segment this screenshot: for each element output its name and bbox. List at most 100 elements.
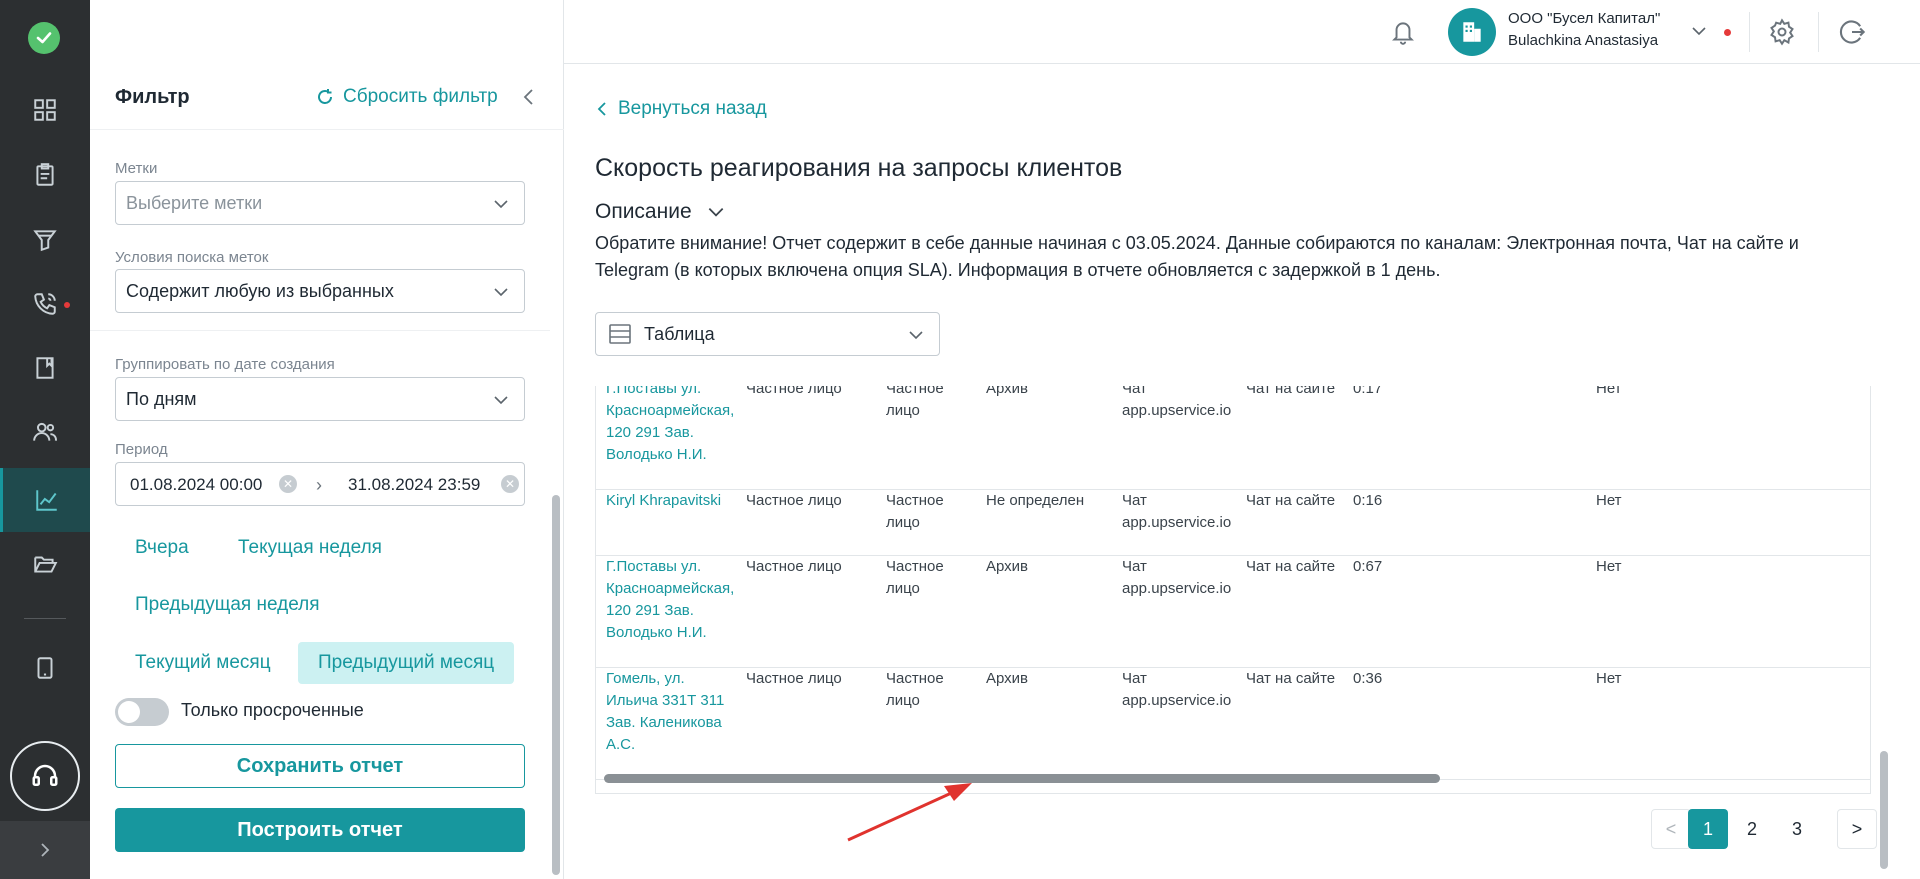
client-cell-line: 120 291 Зав. (606, 602, 694, 619)
overdue-cell-line: Нет (1596, 670, 1622, 687)
status-cell-line: Не определен (986, 492, 1085, 509)
source-cell-line: Чат на сайте (1246, 386, 1336, 397)
nav-requests[interactable] (0, 143, 90, 207)
nav-mobile[interactable] (0, 636, 90, 700)
contact-type-cell-line: лицо (886, 692, 920, 709)
org-avatar[interactable] (1448, 8, 1496, 56)
build-report-button[interactable]: Построить отчет (115, 808, 525, 852)
logout-button[interactable] (1838, 18, 1866, 51)
group-select[interactable]: По дням (115, 377, 525, 421)
users-icon (33, 422, 57, 441)
contact-type-cell-line: Частное (886, 558, 944, 575)
channel-cell-line: app.upservice.io (1122, 402, 1232, 419)
nav-files[interactable] (0, 532, 90, 596)
nav-knowledge-base[interactable] (0, 336, 90, 400)
status-cell: Не определен (986, 490, 1084, 512)
client-cell[interactable]: Г.Поставы ул. Красноармейская, 120 291 Зав… (606, 386, 734, 466)
status-cell: Архив (986, 668, 1028, 690)
page-prev-button[interactable]: < (1651, 809, 1691, 849)
client-cell-line: Ильича 331Т 311 (606, 692, 725, 709)
nav-reports[interactable] (0, 468, 90, 532)
header-divider (1818, 12, 1819, 52)
clipboard-icon (36, 163, 54, 186)
period-label: Период (115, 441, 168, 458)
client-type-cell: Частное лицо (746, 490, 842, 512)
status-cell-line: Архив (986, 386, 1029, 397)
source-cell-line: Чат на сайте (1246, 492, 1336, 509)
chevron-down-icon (909, 331, 923, 340)
nav-dashboard[interactable] (0, 78, 90, 142)
page-button-1[interactable]: 1 (1688, 809, 1728, 849)
status-cell: Архив (986, 556, 1028, 578)
account-menu-button[interactable] (1690, 22, 1708, 45)
tag-condition-select[interactable]: Содержит любую из выбранных (115, 269, 525, 313)
tags-placeholder: Выберите метки (126, 192, 263, 213)
overdue-cell-line: Нет (1596, 386, 1622, 397)
group-label: Группировать по дате создания (115, 356, 335, 373)
quick-yesterday[interactable]: Вчера (135, 537, 189, 559)
status-cell: Архив (986, 386, 1028, 400)
source-cell: Чат на сайте (1246, 556, 1335, 578)
reset-filter-button[interactable]: Сбросить фильтр (315, 86, 498, 108)
page-button-2[interactable]: 2 (1732, 809, 1772, 849)
chevron-down-icon (494, 396, 508, 405)
collapse-filter-button[interactable] (522, 88, 536, 111)
quick-previous-month[interactable]: Предыдущий месяц (298, 642, 515, 684)
tablet-icon (37, 657, 53, 679)
response-time-cell: 0:16 (1353, 490, 1382, 512)
contact-type-cell: Частное лицо (886, 386, 944, 422)
nav-calls[interactable] (0, 272, 90, 336)
tags-select[interactable]: Выберите метки (115, 181, 525, 225)
description-toggle[interactable]: Описание (595, 200, 726, 224)
headset-icon (32, 764, 58, 786)
quick-previous-week[interactable]: Предыдущая неделя (135, 594, 320, 616)
nav-users[interactable] (0, 400, 90, 464)
channel-cell: Чат app.upservice.io (1122, 556, 1231, 600)
filter-scrollbar[interactable] (552, 495, 560, 875)
quick-current-week[interactable]: Текущая неделя (238, 537, 382, 559)
client-type-cell-line: Частное лицо (746, 386, 842, 397)
client-cell[interactable]: Г.Поставы ул. Красноармейская, 120 291 Зав… (606, 556, 734, 644)
support-button[interactable] (10, 741, 80, 811)
settings-button[interactable] (1768, 18, 1796, 51)
user-name[interactable]: Bulachkina Anastasiya (1508, 32, 1658, 49)
overdue-only-toggle[interactable] (115, 698, 169, 726)
period-range-picker[interactable]: 01.08.2024 00:00 ✕ › 31.08.2024 23:59 ✕ (115, 462, 525, 506)
table-horizontal-scrollbar[interactable] (604, 774, 1440, 783)
account-alert-dot (1724, 29, 1731, 36)
nav-funnel[interactable] (0, 208, 90, 272)
period-to[interactable]: 31.08.2024 23:59 (348, 475, 480, 495)
chevron-left-icon (523, 89, 533, 105)
contact-type-cell-line: лицо (886, 580, 920, 597)
overdue-cell: Нет (1596, 386, 1622, 400)
chevron-down-icon (494, 288, 508, 297)
client-type-cell-line: Частное лицо (746, 558, 842, 575)
client-cell-line: Володько Н.И. (606, 624, 707, 641)
client-cell[interactable]: Гомель, ул. Ильича 331Т 311 Зав. Калеников… (606, 668, 724, 756)
chevron-down-icon (494, 200, 508, 209)
contact-type-cell: Частное лицо (886, 490, 944, 534)
contact-type-cell-line: лицо (886, 514, 920, 531)
clear-from-icon[interactable]: ✕ (279, 475, 297, 493)
view-mode-select[interactable]: Таблица (595, 312, 940, 356)
app-logo-check-icon[interactable] (28, 22, 60, 54)
save-report-button[interactable]: Сохранить отчет (115, 744, 525, 788)
page-next-button[interactable]: > (1837, 809, 1877, 849)
expand-rail-button[interactable] (0, 821, 90, 879)
filter-panel: Фильтр Сбросить фильтр Метки Выберите ме… (90, 0, 564, 879)
client-cell-line: Г.Поставы ул. (606, 558, 702, 575)
quick-current-month[interactable]: Текущий месяц (135, 652, 271, 674)
contact-type-cell-line: Частное (886, 386, 944, 397)
grid-icon (34, 99, 56, 121)
back-link[interactable]: Вернуться назад (596, 98, 767, 120)
channel-cell: Чат app.upservice.io (1122, 386, 1231, 422)
rail-divider (24, 618, 66, 619)
clear-to-icon[interactable]: ✕ (501, 475, 519, 493)
org-name[interactable]: ООО "Бусел Капитал" (1508, 10, 1660, 27)
period-from[interactable]: 01.08.2024 00:00 (130, 475, 262, 495)
page-button-3[interactable]: 3 (1777, 809, 1817, 849)
client-cell[interactable]: Kiryl Khrapavitski (606, 490, 721, 512)
page-vertical-scrollbar[interactable] (1880, 751, 1888, 869)
notifications-button[interactable] (1390, 18, 1416, 51)
channel-cell-line: app.upservice.io (1122, 580, 1232, 597)
